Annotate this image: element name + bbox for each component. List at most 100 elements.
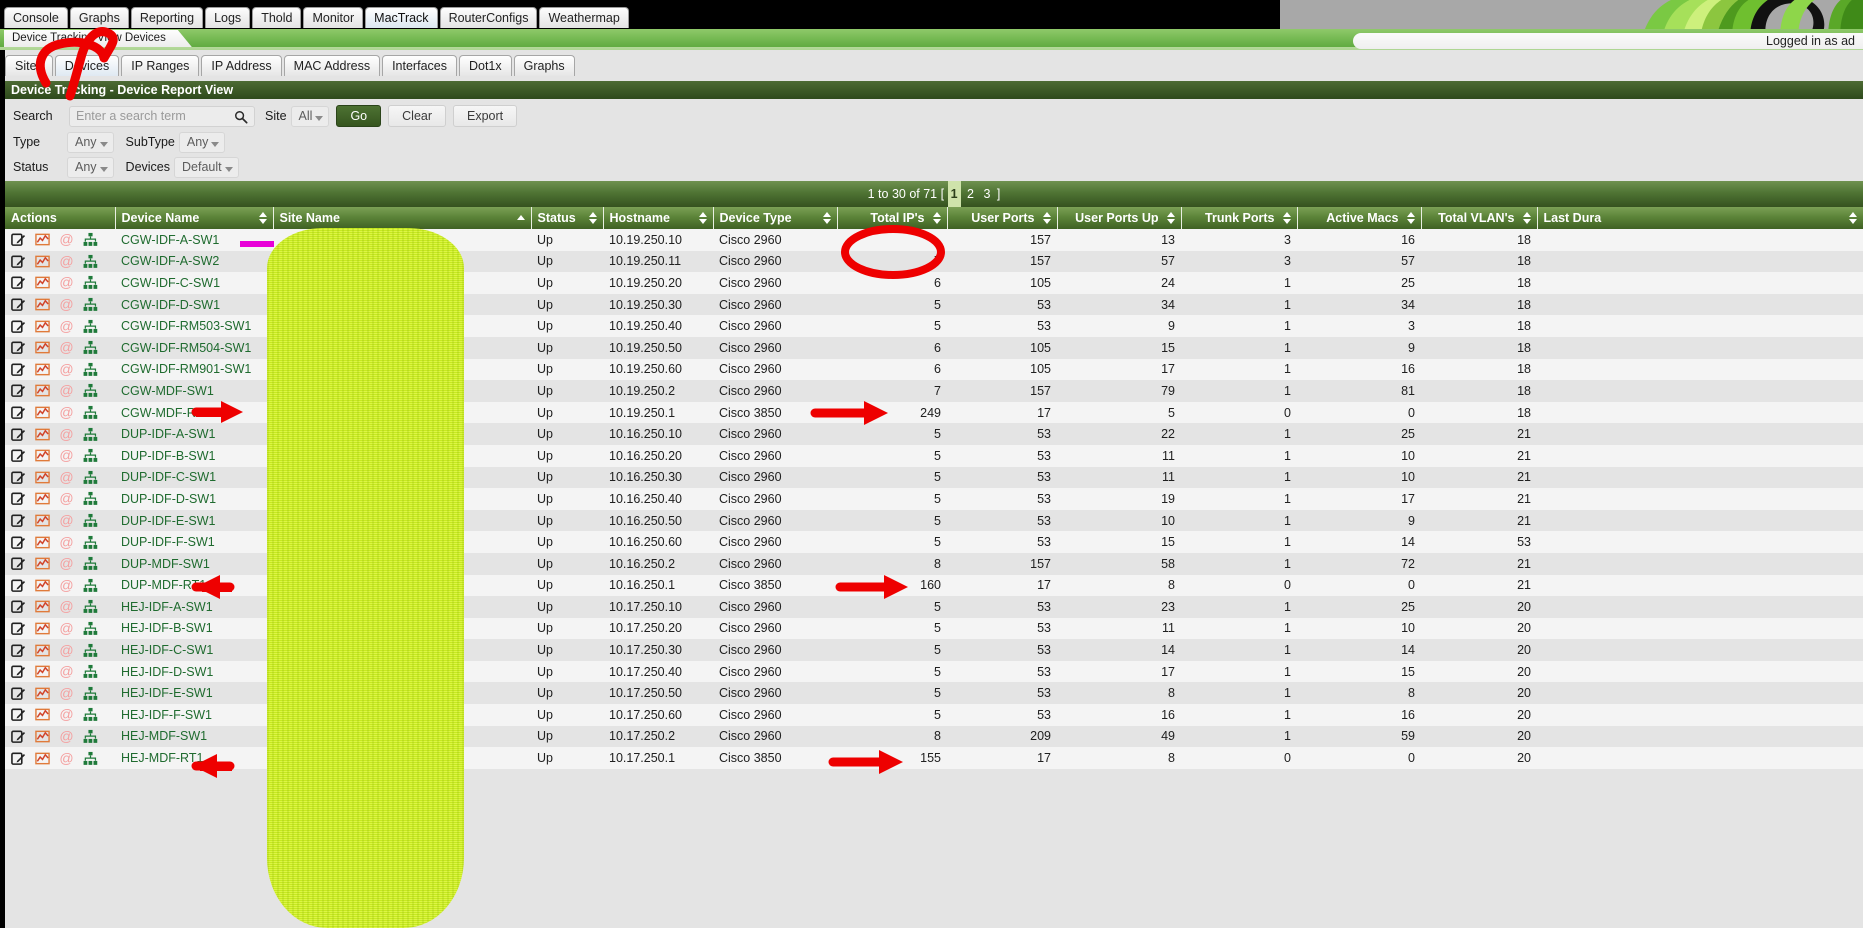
graph-icon-button[interactable] xyxy=(35,621,50,636)
graph-icon-button[interactable] xyxy=(35,254,50,269)
graph-icon-button[interactable] xyxy=(35,427,50,442)
tree-icon-button[interactable] xyxy=(83,383,98,398)
menu-tab-graphs[interactable]: Graphs xyxy=(69,7,129,28)
search-input[interactable] xyxy=(70,106,228,126)
row-actions[interactable]: @ xyxy=(5,229,115,251)
graph-icon[interactable] xyxy=(35,491,50,506)
at-icon-button[interactable]: @ xyxy=(59,297,74,312)
sort-icon[interactable] xyxy=(258,212,268,224)
table-row[interactable]: @ CGW-IDF-RM504-SW1 Up 10.19.250.50 Cisco 29… xyxy=(5,336,1863,359)
tree-icon[interactable] xyxy=(83,448,98,463)
edit-icon[interactable] xyxy=(11,643,26,658)
tree-icon[interactable] xyxy=(83,707,98,722)
tree-icon[interactable] xyxy=(83,254,98,269)
table-row[interactable]: @ HEJ-IDF-C-SW1 Up 10.17.250.30 Cisco 2960 5 5… xyxy=(5,639,1863,661)
device-name-link[interactable]: DUP-IDF-A-SW1 xyxy=(121,427,215,441)
graph-icon-button[interactable] xyxy=(35,383,50,398)
tree-icon[interactable] xyxy=(83,383,98,398)
edit-icon-button[interactable] xyxy=(11,664,26,679)
cell-device-name[interactable]: DUP-IDF-A-SW1 xyxy=(115,423,273,445)
cell-device-name[interactable]: HEJ-IDF-E-SW1 xyxy=(115,682,273,705)
graph-icon-button[interactable] xyxy=(35,405,50,420)
row-actions[interactable]: @ xyxy=(5,660,115,683)
at-icon-button[interactable]: @ xyxy=(59,427,74,442)
edit-icon-button[interactable] xyxy=(11,232,26,247)
sort-icon[interactable] xyxy=(1166,212,1176,224)
pagination-page-1[interactable]: 1 xyxy=(947,181,961,207)
device-name-link[interactable]: CGW-IDF-RM901-SW1 xyxy=(121,362,251,376)
edit-icon[interactable] xyxy=(11,232,26,247)
tree-icon[interactable] xyxy=(83,405,98,420)
graph-icon-button[interactable] xyxy=(35,340,50,355)
graph-icon[interactable] xyxy=(35,599,50,614)
graph-icon[interactable] xyxy=(35,362,50,377)
tree-icon-button[interactable] xyxy=(83,664,98,679)
graph-icon[interactable] xyxy=(35,535,50,550)
cell-device-name[interactable]: DUP-IDF-C-SW1 xyxy=(115,466,273,489)
edit-icon[interactable] xyxy=(11,729,26,744)
at-icon-button[interactable]: @ xyxy=(59,319,74,334)
column-header-device-name[interactable]: Device Name xyxy=(115,207,274,229)
table-row[interactable]: @ DUP-IDF-A-SW1 Up 10.16.250.10 Cisco 2960 5 5… xyxy=(5,423,1863,445)
at-icon[interactable]: @ xyxy=(59,362,74,377)
menu-tab-mactrack[interactable]: MacTrack xyxy=(365,7,438,28)
device-name-link[interactable]: HEJ-IDF-D-SW1 xyxy=(121,665,213,679)
tree-icon-button[interactable] xyxy=(83,405,98,420)
at-icon-button[interactable]: @ xyxy=(59,599,74,614)
column-header-total-vlan-s[interactable]: Total VLAN's xyxy=(1421,207,1538,229)
status-select[interactable]: Any xyxy=(67,156,114,178)
sort-icon[interactable] xyxy=(1522,212,1532,224)
at-icon[interactable]: @ xyxy=(59,578,74,593)
row-actions[interactable]: @ xyxy=(5,596,115,618)
edit-icon[interactable] xyxy=(11,664,26,679)
subtype-select[interactable]: Any xyxy=(178,131,226,153)
tree-icon-button[interactable] xyxy=(83,535,98,550)
cell-device-name[interactable]: DUP-IDF-B-SW1 xyxy=(115,444,273,467)
at-icon[interactable]: @ xyxy=(59,599,74,614)
at-icon-button[interactable]: @ xyxy=(59,232,74,247)
tree-icon[interactable] xyxy=(83,491,98,506)
at-icon[interactable]: @ xyxy=(59,448,74,463)
menu-tab-weathermap[interactable]: Weathermap xyxy=(539,7,629,28)
at-icon-button[interactable]: @ xyxy=(59,470,74,485)
row-actions[interactable]: @ xyxy=(5,272,115,294)
tree-icon[interactable] xyxy=(83,643,98,658)
row-actions[interactable]: @ xyxy=(5,531,115,553)
device-name-link[interactable]: DUP-IDF-F-SW1 xyxy=(121,535,215,549)
graph-icon-button[interactable] xyxy=(35,491,50,506)
cell-device-name[interactable]: CGW-IDF-A-SW1 xyxy=(115,229,273,251)
cell-device-name[interactable]: HEJ-IDF-B-SW1 xyxy=(115,617,273,640)
edit-icon[interactable] xyxy=(11,686,26,701)
table-row[interactable]: @ HEJ-MDF-RT1 Up 10.17.250.1 Cisco 3850 155 17… xyxy=(5,747,1863,769)
edit-icon-button[interactable] xyxy=(11,729,26,744)
cell-device-name[interactable]: DUP-IDF-D-SW1 xyxy=(115,488,273,510)
search-input-wrap[interactable] xyxy=(69,105,255,127)
graph-icon[interactable] xyxy=(35,448,50,463)
cell-device-name[interactable]: HEJ-IDF-C-SW1 xyxy=(115,639,273,661)
type-select[interactable]: Any xyxy=(67,131,114,153)
table-row[interactable]: @ HEJ-IDF-E-SW1 Up 10.17.250.50 Cisco 2960 5 5… xyxy=(5,682,1863,705)
graph-icon-button[interactable] xyxy=(35,578,50,593)
edit-icon-button[interactable] xyxy=(11,707,26,722)
graph-icon[interactable] xyxy=(35,707,50,722)
row-actions[interactable]: @ xyxy=(5,466,115,489)
cell-device-name[interactable]: HEJ-IDF-A-SW1 xyxy=(115,596,273,618)
device-name-link[interactable]: CGW-MDF-SW1 xyxy=(121,384,214,398)
graph-icon[interactable] xyxy=(35,427,50,442)
column-header-status[interactable]: Status xyxy=(531,207,604,229)
at-icon[interactable]: @ xyxy=(59,513,74,528)
graph-icon[interactable] xyxy=(35,556,50,571)
tree-icon[interactable] xyxy=(83,751,98,766)
edit-icon[interactable] xyxy=(11,621,26,636)
edit-icon-button[interactable] xyxy=(11,275,26,290)
tree-icon[interactable] xyxy=(83,275,98,290)
edit-icon-button[interactable] xyxy=(11,578,26,593)
row-actions[interactable]: @ xyxy=(5,358,115,381)
device-name-link[interactable]: DUP-IDF-D-SW1 xyxy=(121,492,216,506)
graph-icon-button[interactable] xyxy=(35,751,50,766)
row-actions[interactable]: @ xyxy=(5,423,115,445)
column-header-site-name[interactable]: Site Name xyxy=(273,207,532,229)
edit-icon[interactable] xyxy=(11,362,26,377)
at-icon[interactable]: @ xyxy=(59,275,74,290)
at-icon-button[interactable]: @ xyxy=(59,621,74,636)
